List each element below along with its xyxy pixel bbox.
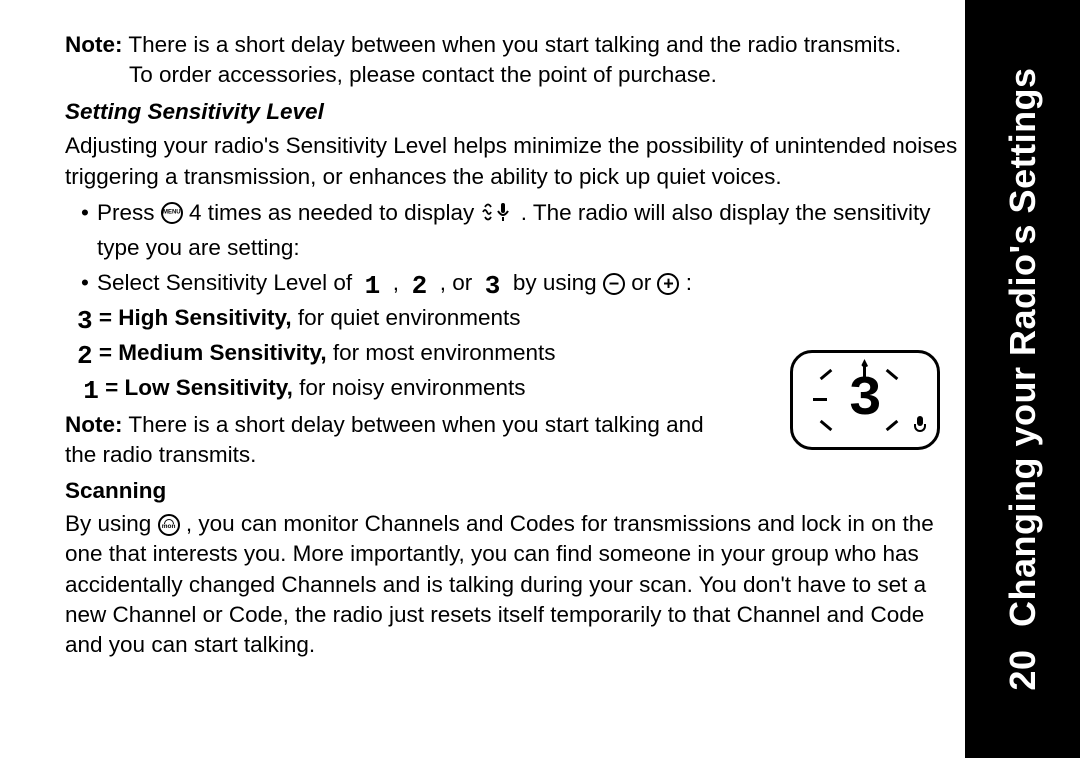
page-number: 20 — [1002, 650, 1043, 691]
digit-1-icon: 1 — [83, 378, 99, 404]
digit-3-icon: 3 — [77, 308, 93, 334]
note-2: Note: There is a short delay between whe… — [65, 410, 715, 471]
digit-2-icon: 2 — [412, 273, 428, 299]
radio-display-illustration: 3 — [790, 350, 940, 450]
step-select-level: Select Sensitivity Level of 1 , 2 , or 3… — [81, 268, 965, 299]
mic-icon — [917, 413, 923, 431]
heading-sensitivity: Setting Sensitivity Level — [65, 97, 965, 127]
note-line2: To order accessories, please contact the… — [65, 60, 965, 90]
note-label: Note: — [65, 32, 123, 57]
wave-mic-icon — [481, 199, 515, 233]
def-medium: 2 = Medium Sensitivity, for most environ… — [77, 338, 727, 369]
step-press-menu: Press 4 times as needed to display . The… — [81, 198, 965, 264]
sidebar: 20 Changing your Radio's Settings — [965, 0, 1080, 758]
scanning-body: By using , you can monitor Channels and … — [65, 509, 965, 661]
body-text: Note: There is a short delay between whe… — [65, 30, 965, 661]
sensitivity-intro: Adjusting your radio's Sensitivity Level… — [65, 131, 965, 192]
display-value: 3 — [848, 371, 882, 427]
menu-button-icon — [161, 202, 183, 224]
minus-button-icon: − — [603, 273, 625, 295]
digit-1-icon: 1 — [365, 273, 381, 299]
manual-page: Note: There is a short delay between whe… — [0, 0, 1080, 758]
sensitivity-definitions: 3 = High Sensitivity, for quiet environm… — [77, 303, 727, 404]
note-1: Note: There is a short delay between whe… — [65, 30, 965, 91]
digit-3-icon: 3 — [485, 273, 501, 299]
note-label: Note: — [65, 412, 123, 437]
sidebar-label: 20 Changing your Radio's Settings — [1002, 67, 1044, 690]
note-line1: There is a short delay between when you … — [128, 32, 901, 57]
plus-button-icon: + — [657, 273, 679, 295]
sidebar-title: Changing your Radio's Settings — [1002, 67, 1043, 627]
digit-2-icon: 2 — [77, 343, 93, 369]
sensitivity-steps: Press 4 times as needed to display . The… — [81, 198, 965, 299]
def-low: 1 = Low Sensitivity, for noisy environme… — [77, 373, 727, 404]
heading-scanning: Scanning — [65, 476, 965, 506]
def-high: 3 = High Sensitivity, for quiet environm… — [77, 303, 727, 334]
mon-button-icon — [158, 514, 180, 536]
